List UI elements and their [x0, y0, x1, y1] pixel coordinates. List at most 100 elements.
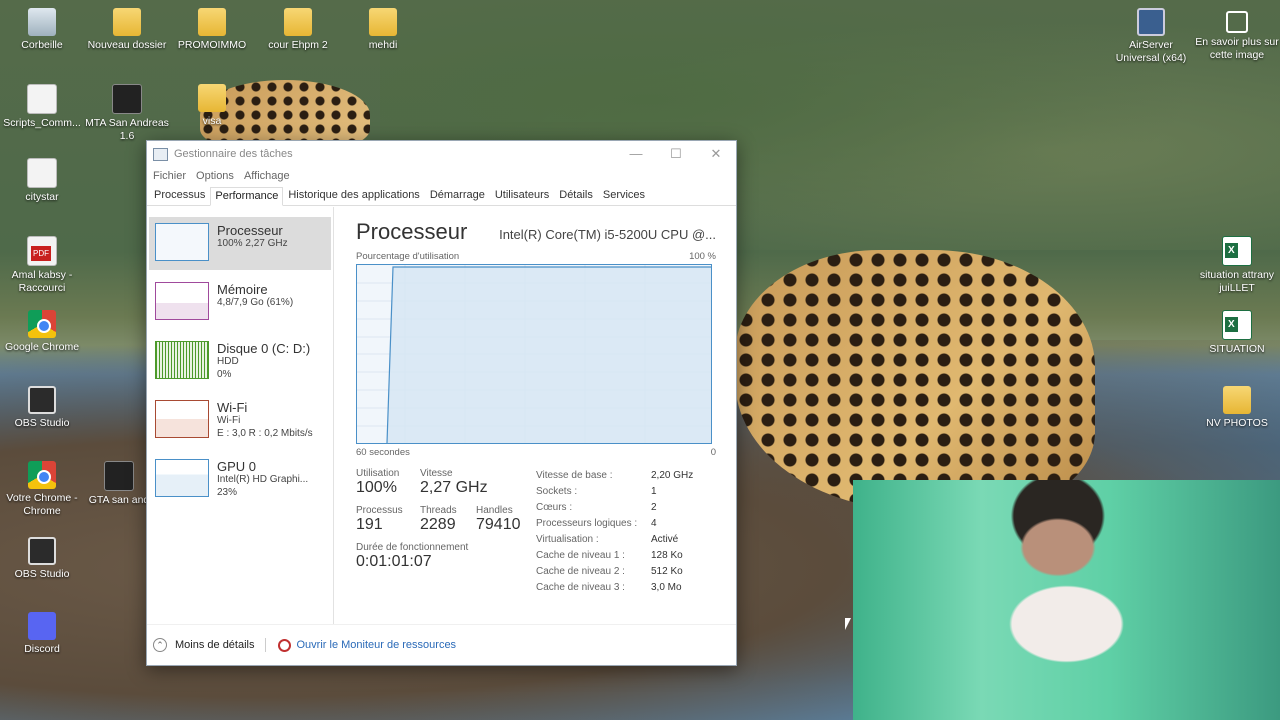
info-icon — [1226, 11, 1248, 33]
game-icon — [104, 461, 134, 491]
handles-value: 79410 — [476, 516, 521, 533]
detail-value: 3,0 Mo — [651, 582, 682, 593]
desktop-icon-visa[interactable]: visa — [169, 84, 255, 128]
open-resource-monitor-link[interactable]: Ouvrir le Moniteur de ressources — [297, 639, 457, 651]
cpu-details-list: Vitesse de base : 2,20 GHz Sockets : 1 Cœu… — [536, 468, 716, 596]
threads-value: 2289 — [420, 516, 456, 533]
vitesse-label: Vitesse — [420, 468, 453, 479]
sidebar-item-wifi[interactable]: Wi-Fi Wi-Fi E : 3,0 R : 0,2 Mbits/s — [149, 394, 331, 447]
menu-fichier[interactable]: Fichier — [153, 170, 186, 182]
desktop-icon-airserver[interactable]: AirServer Universal (x64) — [1108, 8, 1194, 65]
detail-value: 128 Ko — [651, 550, 683, 561]
chevron-up-icon[interactable]: ⌃ — [153, 638, 167, 652]
detail-value: 4 — [651, 518, 657, 529]
desktop-icon-votre-chrome[interactable]: Votre Chrome - Chrome — [0, 461, 85, 518]
desktop-icon-nouveau-dossier[interactable]: Nouveau dossier — [84, 8, 170, 52]
detail-key: Cœurs : — [536, 502, 573, 513]
detail-value: 512 Ko — [651, 566, 683, 577]
folder-icon — [198, 84, 226, 112]
tab-historique[interactable]: Historique des applications — [283, 186, 424, 205]
detail-key: Sockets : — [536, 486, 578, 497]
file-icon — [27, 84, 57, 114]
tab-demarrage[interactable]: Démarrage — [425, 186, 490, 205]
footer-divider — [264, 638, 266, 652]
wifi-mini-graph — [155, 400, 209, 438]
resource-monitor-icon — [277, 638, 291, 652]
obs-icon — [28, 386, 56, 414]
utilisation-value: 100% — [356, 479, 397, 496]
minimize-button[interactable]: — — [616, 146, 656, 162]
folder-icon — [1223, 386, 1251, 414]
cpu-usage-graph-svg — [357, 265, 711, 444]
window-title: Gestionnaire des tâches — [174, 148, 293, 160]
sidebar-item-disque[interactable]: Disque 0 (C: D:) HDD 0% — [149, 335, 331, 388]
desktop-icon-scripts[interactable]: Scripts_Comm... — [0, 84, 85, 130]
file-icon — [27, 158, 57, 188]
desktop-icon-situation[interactable]: SITUATION — [1194, 310, 1280, 356]
desktop-icon-obs-studio-2[interactable]: OBS Studio — [0, 537, 85, 581]
detail-value: 2,20 GHz — [651, 470, 694, 481]
folder-icon — [369, 8, 397, 36]
sidebar-item-title: Mémoire — [217, 282, 268, 297]
sidebar-item-processeur[interactable]: Processeur 100% 2,27 GHz — [149, 217, 331, 270]
detail-key: Cache de niveau 2 : — [536, 566, 625, 577]
uptime-value: 0:01:01:07 — [356, 553, 432, 570]
tab-processus[interactable]: Processus — [149, 186, 210, 205]
desktop-icon-situation-attrany[interactable]: situation attrany juiLLET — [1194, 236, 1280, 295]
task-manager-window: Gestionnaire des tâches — ☐ ✕ Fichier Op… — [146, 140, 737, 666]
footer-bar: ⌃ Moins de détails Ouvrir le Moniteur de… — [147, 624, 736, 665]
desktop-icon-corbeille[interactable]: Corbeille — [0, 8, 85, 52]
processus-value: 191 — [356, 516, 383, 533]
excel-icon — [1222, 310, 1252, 340]
sidebar-item-memoire[interactable]: Mémoire 4,8/7,9 Go (61%) — [149, 276, 331, 329]
memory-mini-graph — [155, 282, 209, 320]
sidebar-item-sub: Intel(R) HD Graphi... — [217, 474, 309, 485]
detail-key: Vitesse de base : — [536, 470, 613, 481]
threads-label: Threads — [420, 505, 457, 516]
desktop-icon-amal-kabsy[interactable]: Amal kabsy - Raccourci — [0, 236, 85, 295]
cpu-usage-graph — [356, 264, 712, 444]
menu-affichage[interactable]: Affichage — [244, 170, 290, 182]
tab-utilisateurs[interactable]: Utilisateurs — [490, 186, 554, 205]
desktop-icon-discord[interactable]: Discord — [0, 612, 85, 656]
maximize-button[interactable]: ☐ — [656, 146, 696, 162]
zip-folder-icon — [198, 8, 226, 36]
close-button[interactable]: ✕ — [696, 146, 736, 162]
desktop-icon-promoimmo[interactable]: PROMOIMMO — [169, 8, 255, 52]
desktop-icon-en-savoir-plus[interactable]: En savoir plus sur cette image — [1194, 8, 1280, 62]
tab-performance[interactable]: Performance — [210, 187, 284, 206]
cpu-mini-graph — [155, 223, 209, 261]
graph-label: Pourcentage d'utilisation — [356, 251, 460, 262]
uptime-label: Durée de fonctionnement — [356, 542, 469, 553]
detail-value: 1 — [651, 486, 657, 497]
less-details-link[interactable]: Moins de détails — [175, 639, 255, 651]
handles-label: Handles — [476, 505, 513, 516]
tab-bar: Processus Performance Historique des app… — [147, 185, 736, 206]
title-bar[interactable]: Gestionnaire des tâches — ☐ ✕ — [147, 141, 736, 167]
desktop-icon-google-chrome[interactable]: Google Chrome — [0, 310, 85, 354]
utilisation-label: Utilisation — [356, 468, 400, 479]
graph-max-label: 100 % — [689, 251, 716, 262]
obs-icon — [28, 537, 56, 565]
detail-value: 2 — [651, 502, 657, 513]
desktop-icon-nv-photos[interactable]: NV PHOTOS — [1194, 386, 1280, 430]
desktop-icon-gta-san-andreas[interactable]: GTA san and — [84, 461, 154, 507]
sidebar-item-gpu[interactable]: GPU 0 Intel(R) HD Graphi... 23% — [149, 453, 331, 506]
detail-key: Cache de niveau 1 : — [536, 550, 625, 561]
menu-options[interactable]: Options — [196, 170, 234, 182]
desktop-icon-mehdi[interactable]: mehdi — [340, 8, 426, 52]
vitesse-value: 2,27 GHz — [420, 479, 488, 496]
desktop-icon-obs-studio[interactable]: OBS Studio — [0, 386, 85, 430]
desktop-icon-citystar[interactable]: citystar — [0, 158, 85, 204]
pdf-icon — [27, 236, 57, 266]
sidebar-item-title: GPU 0 — [217, 459, 257, 474]
sidebar-item-title: Disque 0 (C: D:) — [217, 341, 311, 356]
tab-services[interactable]: Services — [598, 186, 650, 205]
sidebar-item-sub: HDD — [217, 356, 239, 367]
desktop-icon-mta-san-andreas[interactable]: MTA San Andreas 1.6 — [84, 84, 170, 143]
tab-details[interactable]: Détails — [554, 186, 598, 205]
folder-icon — [113, 8, 141, 36]
desktop-icon-cour-ehpm[interactable]: cour Ehpm 2 — [255, 8, 341, 52]
performance-detail-panel: Processeur Intel(R) Core(TM) i5-5200U CP… — [334, 207, 736, 625]
mouse-cursor-icon — [845, 618, 851, 630]
